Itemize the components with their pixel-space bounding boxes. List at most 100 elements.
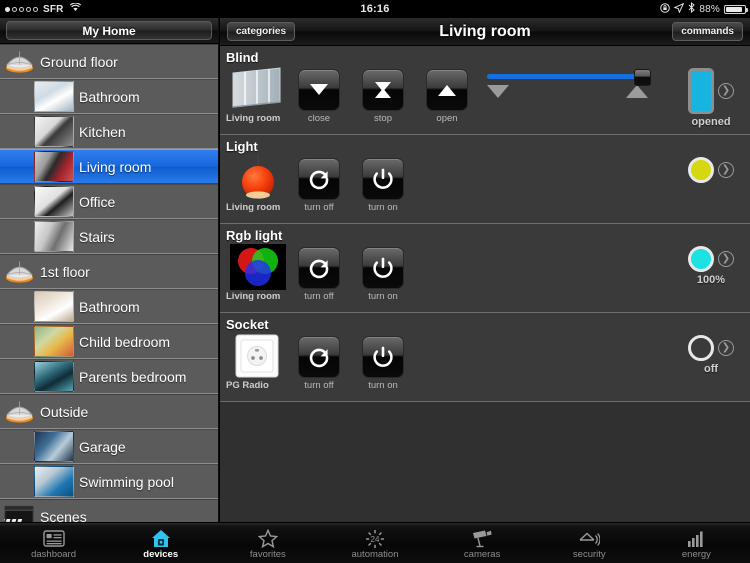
command-label: close	[307, 113, 331, 124]
stairs-thumb	[34, 221, 74, 252]
power-off-icon[interactable]	[298, 158, 340, 200]
command-turn-off[interactable]: turn off	[298, 247, 340, 302]
sidebar-item-garage[interactable]: Garage	[0, 429, 218, 464]
chevron-right-icon[interactable]: ❯	[718, 162, 734, 178]
command-buttons: turn off turn on	[298, 333, 404, 391]
device-list[interactable]: Blind Living room close stop open ❯ opened Ligh…	[220, 46, 750, 522]
living-room-thumb	[34, 151, 74, 182]
sidebar-item-kitchen[interactable]: Kitchen	[0, 114, 218, 149]
sidebar-item-child-bedroom[interactable]: Child bedroom	[0, 324, 218, 359]
state-row: ❯	[688, 68, 734, 114]
triangle-up-icon[interactable]	[626, 85, 648, 98]
sidebar-item-label: Bathroom	[79, 88, 140, 105]
sidebar: My Home Ground floor Bathroom Kitchen Livin…	[0, 18, 219, 522]
sidebar-item-office[interactable]: Office	[0, 184, 218, 219]
level-slider[interactable]	[485, 69, 651, 98]
section-title: Socket	[226, 317, 269, 332]
sidebar-item-label: Swimming pool	[79, 473, 174, 490]
rgb-light-icon	[230, 244, 286, 290]
sidebar-item-living-room[interactable]: Living room	[0, 149, 218, 184]
command-turn-off[interactable]: turn off	[298, 336, 340, 391]
blind-state-indicator[interactable]	[688, 68, 714, 114]
tab-security[interactable]: security	[536, 523, 643, 563]
tab-label: favorites	[249, 549, 286, 560]
sidebar-item-swimming-pool[interactable]: Swimming pool	[0, 464, 218, 499]
device-state: ❯ opened	[680, 68, 742, 128]
pendant-lamp-icon	[230, 155, 286, 201]
state-row: ❯	[688, 246, 734, 272]
power-off-icon[interactable]	[298, 336, 340, 378]
my-home-button[interactable]: My Home	[6, 21, 212, 40]
categories-button[interactable]: categories	[227, 22, 296, 41]
sidebar-item-label: Office	[79, 193, 116, 210]
triangle-up-icon[interactable]	[426, 69, 468, 111]
tab-label: security	[572, 549, 606, 560]
state-indicator[interactable]	[688, 335, 714, 361]
hourglass-icon[interactable]	[362, 69, 404, 111]
device-name-label: Living room	[226, 291, 281, 302]
chevron-right-icon[interactable]: ❯	[718, 340, 734, 356]
sidebar-item-label: Scenes	[40, 508, 87, 523]
commands-button[interactable]: commands	[672, 22, 743, 41]
child-bedroom-thumb	[34, 326, 74, 357]
command-label: turn on	[368, 291, 398, 302]
power-on-icon[interactable]	[362, 158, 404, 200]
device-name-label: Living room	[226, 113, 281, 124]
command-open[interactable]: open	[426, 69, 468, 124]
sidebar-group-1st-floor[interactable]: 1st floor	[0, 254, 218, 289]
bathroom-thumb	[34, 81, 74, 112]
section-title: Blind	[226, 50, 259, 65]
floor-icon	[4, 48, 35, 76]
tab-dashboard[interactable]: dashboard	[0, 523, 107, 563]
power-off-icon[interactable]	[298, 247, 340, 289]
tab-favorites[interactable]: favorites	[214, 523, 321, 563]
command-buttons: close stop open	[298, 66, 468, 124]
command-close[interactable]: close	[298, 69, 340, 124]
camera-icon	[471, 528, 493, 548]
tab-label: cameras	[463, 549, 501, 560]
sidebar-item-bathroom[interactable]: Bathroom	[0, 79, 218, 114]
slider-track[interactable]	[487, 69, 651, 86]
triangle-down-icon[interactable]	[298, 69, 340, 111]
command-label: open	[436, 113, 458, 124]
chevron-right-icon[interactable]: ❯	[718, 83, 734, 99]
sidebar-item-parents-bedroom[interactable]: Parents bedroom	[0, 359, 218, 394]
chevron-right-icon[interactable]: ❯	[718, 251, 734, 267]
floor-icon	[4, 258, 35, 286]
command-label: turn off	[304, 291, 334, 302]
command-turn-on[interactable]: turn on	[362, 247, 404, 302]
tab-cameras[interactable]: cameras	[429, 523, 536, 563]
sidebar-group-label: Outside	[40, 403, 89, 420]
bars-icon	[686, 528, 706, 548]
command-turn-off[interactable]: turn off	[298, 158, 340, 213]
sidebar-group-ground-floor[interactable]: Ground floor	[0, 44, 218, 79]
tab-energy[interactable]: energy	[643, 523, 750, 563]
command-label: turn on	[368, 202, 398, 213]
status-bar: SFR 16:16 88%	[0, 0, 750, 18]
bluetooth-icon	[688, 1, 696, 16]
state-label: opened	[691, 116, 731, 128]
sidebar-item-stairs[interactable]: Stairs	[0, 219, 218, 254]
garage-thumb	[34, 431, 74, 462]
sidebar-group-outside[interactable]: Outside	[0, 394, 218, 429]
sidebar-item-bathroom[interactable]: Bathroom	[0, 289, 218, 324]
tab-automation[interactable]: 24 automation	[321, 523, 428, 563]
slider-knob[interactable]	[634, 69, 651, 86]
page-title: Living room	[439, 22, 531, 40]
command-turn-on[interactable]: turn on	[362, 336, 404, 391]
kitchen-thumb	[34, 116, 74, 147]
command-stop[interactable]: stop	[362, 69, 404, 124]
device-section-light: Light Living room turn off turn on ❯	[220, 135, 750, 224]
triangle-down-icon[interactable]	[487, 85, 509, 98]
content-navbar: categories Living room commands	[220, 18, 750, 46]
sidebar-item-scenes[interactable]: Scenes	[0, 499, 218, 522]
tab-devices[interactable]: devices	[107, 523, 214, 563]
power-on-icon[interactable]	[362, 247, 404, 289]
device-cell: Living room	[220, 244, 292, 302]
command-turn-on[interactable]: turn on	[362, 158, 404, 213]
state-indicator[interactable]	[688, 246, 714, 272]
slider-arrows	[485, 85, 650, 98]
device-section-blind: Blind Living room close stop open ❯ opened	[220, 46, 750, 135]
state-indicator[interactable]	[688, 157, 714, 183]
power-on-icon[interactable]	[362, 336, 404, 378]
